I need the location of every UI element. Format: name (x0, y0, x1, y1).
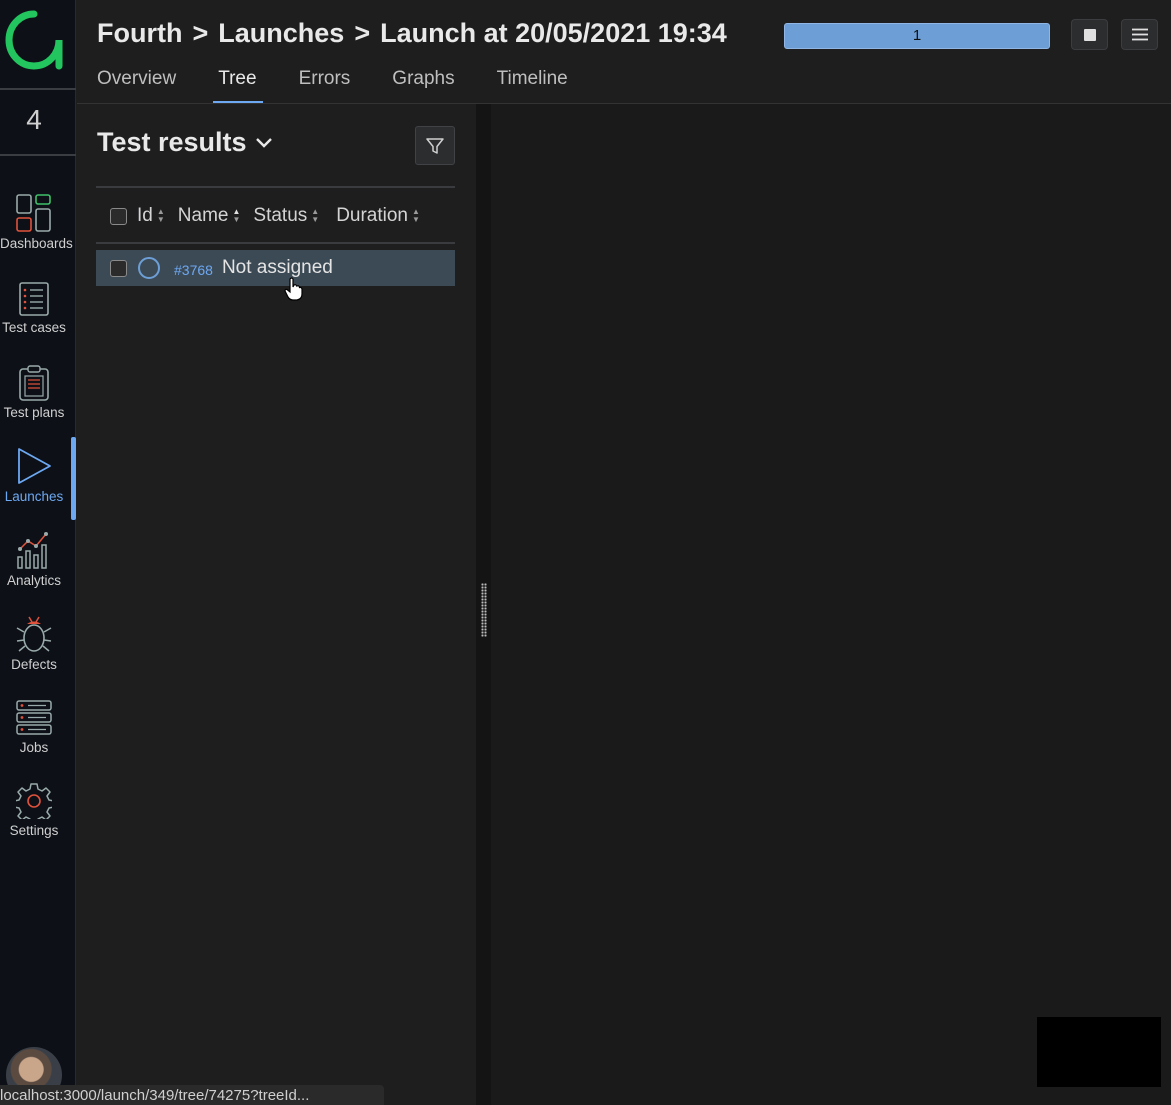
filter-button[interactable] (415, 126, 455, 165)
chevron-down-icon (255, 137, 272, 148)
breadcrumb: Fourth > Launches > Launch at 20/05/2021… (97, 18, 727, 49)
breadcrumb-launch: Launch at 20/05/2021 19:34 (380, 18, 727, 48)
test-cases-icon (19, 282, 49, 316)
project-number[interactable]: 4 (0, 104, 68, 136)
breadcrumb-project[interactable]: Fourth (97, 18, 182, 49)
sidebar: 4 Dashboards Test cases Test plans Launc… (0, 0, 76, 1105)
sidebar-item-defects[interactable]: Defects (0, 615, 68, 695)
sidebar-item-jobs[interactable]: Jobs (0, 700, 68, 780)
tab-overview[interactable]: Overview (97, 66, 176, 104)
overlay-box (1037, 1017, 1161, 1087)
column-label: Name (177, 205, 229, 226)
tab-errors[interactable]: Errors (299, 66, 351, 104)
column-header-id[interactable]: Id ▲ ▼ (137, 205, 165, 227)
analytics-icon (17, 532, 48, 569)
sidebar-item-label: Jobs (19, 740, 49, 755)
play-icon (18, 448, 51, 484)
column-label: Status (253, 205, 308, 226)
column-label: Id (137, 205, 153, 226)
row-id[interactable]: #3768 (174, 262, 213, 278)
column-label: Duration (336, 205, 409, 226)
tree-title: Test results (97, 127, 247, 157)
breadcrumb-separator: > (354, 18, 371, 48)
app-root: 4 Dashboards Test cases Test plans Launc… (0, 0, 1171, 1105)
table-top-divider (96, 186, 455, 188)
tab-graphs[interactable]: Graphs (392, 66, 454, 104)
row-checkbox[interactable] (110, 259, 127, 277)
column-header-status[interactable]: Status ▲ ▼ (253, 205, 319, 227)
sidebar-divider (0, 88, 76, 90)
sort-icon: ▲ ▼ (156, 207, 165, 224)
sidebar-item-label: Dashboards (0, 236, 73, 251)
select-all-checkbox[interactable] (110, 207, 127, 225)
status-circle-icon (138, 257, 160, 279)
table-header: Id ▲ ▼ Name ▲ ▼ Status ▲ ▼ Duration ▲ ▼ (110, 203, 420, 229)
sidebar-item-dashboards[interactable]: Dashboards (0, 194, 73, 274)
sidebar-item-label: Analytics (6, 573, 62, 588)
sidebar-item-label: Test cases (2, 320, 66, 335)
row-name: Not assigned (221, 257, 333, 278)
allure-logo-icon[interactable] (4, 8, 64, 72)
sidebar-item-launches[interactable]: Launches (0, 447, 68, 527)
breadcrumb-launches[interactable]: Launches (218, 18, 344, 49)
tab-timeline[interactable]: Timeline (497, 66, 568, 104)
sidebar-item-test-cases[interactable]: Test cases (0, 282, 68, 362)
sort-icon: ▲ ▼ (311, 207, 320, 224)
jobs-server-icon (16, 700, 52, 735)
tab-tree[interactable]: Tree (213, 66, 264, 104)
sidebar-divider (0, 154, 76, 156)
stop-launch-button[interactable] (1071, 19, 1108, 50)
hand-cursor-icon (284, 277, 303, 301)
tree-title-dropdown[interactable]: Test results (97, 127, 273, 158)
column-header-duration[interactable]: Duration ▲ ▼ (336, 205, 420, 227)
table-row[interactable]: #3768 Not assigned (96, 250, 455, 286)
hamburger-menu-icon (1131, 28, 1148, 41)
detail-pane (491, 104, 1171, 1105)
sidebar-item-label: Settings (9, 823, 59, 838)
sidebar-item-analytics[interactable]: Analytics (0, 531, 68, 611)
column-header-name[interactable]: Name ▲ ▼ (178, 205, 241, 227)
sort-icon: ▲ ▼ (412, 207, 420, 224)
gear-icon (16, 783, 52, 819)
splitter-grip-icon[interactable] (481, 583, 487, 637)
launch-tabs: Overview Tree Errors Graphs Timeline (97, 66, 610, 104)
table-header-divider (96, 242, 455, 244)
breadcrumb-separator: > (192, 18, 209, 48)
test-plans-icon (19, 365, 49, 401)
filter-icon (426, 137, 444, 154)
sort-icon: ▲ ▼ (232, 207, 241, 224)
sidebar-item-settings[interactable]: Settings (0, 783, 68, 863)
bug-icon (16, 616, 52, 652)
active-nav-indicator (71, 437, 76, 520)
sidebar-item-label: Test plans (3, 405, 65, 420)
sidebar-item-test-plans[interactable]: Test plans (0, 365, 68, 445)
dashboards-icon (16, 194, 51, 232)
menu-button[interactable] (1121, 19, 1158, 50)
sidebar-item-label: Launches (4, 489, 64, 504)
browser-status-url: localhost:3000/launch/349/tree/74275?tre… (0, 1085, 384, 1105)
launch-progress-bar: 1 (784, 23, 1050, 49)
stop-icon (1083, 28, 1096, 41)
sidebar-item-label: Defects (11, 657, 57, 672)
